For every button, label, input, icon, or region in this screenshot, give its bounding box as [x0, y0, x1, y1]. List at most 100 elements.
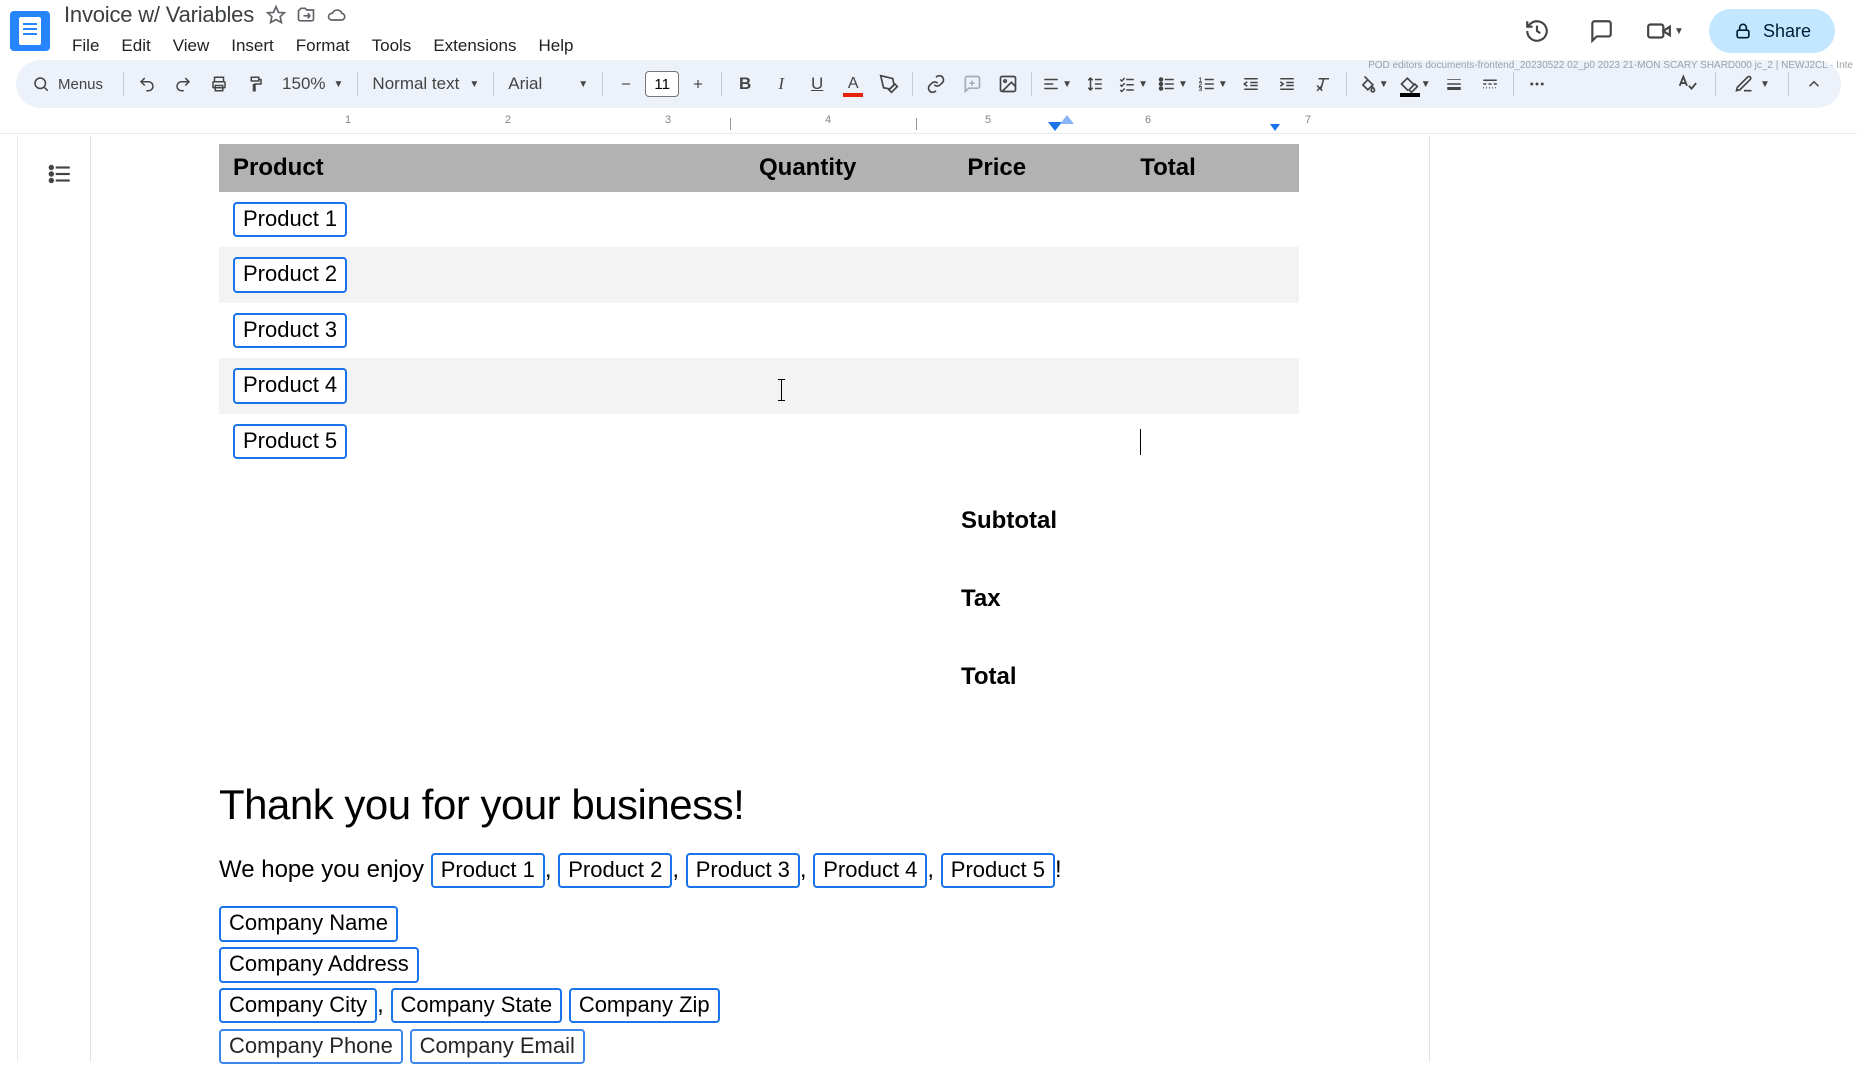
menu-tools[interactable]: Tools: [362, 32, 422, 60]
ruler-mark: 7: [1305, 114, 1311, 126]
indent-marker-first-line[interactable]: [1060, 115, 1072, 123]
chevron-down-icon: ▼: [1421, 79, 1431, 90]
menu-help[interactable]: Help: [528, 32, 583, 60]
redo-button[interactable]: [166, 67, 200, 101]
table-row[interactable]: Product 4: [219, 358, 1299, 413]
document-page[interactable]: Product Quantity Price Total Product 1Pr…: [90, 136, 1430, 1062]
invoice-table[interactable]: Product Quantity Price Total Product 1Pr…: [219, 144, 1299, 469]
more-button[interactable]: [1520, 67, 1554, 101]
decrease-font-size-button[interactable]: [609, 67, 643, 101]
chevron-down-icon: ▼: [578, 79, 588, 90]
ruler-mark: 1: [345, 114, 351, 126]
chip-product[interactable]: Product 4: [813, 853, 927, 888]
line-spacing-button[interactable]: [1078, 67, 1112, 101]
column-guide[interactable]: [916, 118, 917, 130]
show-outline-button[interactable]: [38, 152, 82, 196]
chip-product[interactable]: Product 2: [558, 853, 672, 888]
paint-format-button[interactable]: [238, 67, 272, 101]
chip-company-address[interactable]: Company Address: [219, 947, 419, 982]
chip-company-email[interactable]: Company Email: [410, 1029, 585, 1064]
undo-button[interactable]: [130, 67, 164, 101]
underline-button[interactable]: U: [800, 67, 834, 101]
menu-view[interactable]: View: [163, 32, 220, 60]
font-size-input[interactable]: [645, 71, 679, 97]
chip-product[interactable]: Product 1: [233, 202, 347, 237]
align-button[interactable]: ▼: [1038, 67, 1076, 101]
menu-insert[interactable]: Insert: [221, 32, 284, 60]
meet-icon[interactable]: ▼: [1645, 11, 1685, 51]
border-dash-button[interactable]: [1473, 67, 1507, 101]
chip-product[interactable]: Product 3: [686, 853, 800, 888]
menu-extensions[interactable]: Extensions: [423, 32, 526, 60]
comments-icon[interactable]: [1581, 11, 1621, 51]
chip-company-phone[interactable]: Company Phone: [219, 1029, 403, 1064]
table-row[interactable]: Product 1: [219, 192, 1299, 247]
col-product: Product: [219, 144, 759, 192]
zoom-select[interactable]: 150% ▼: [274, 67, 351, 101]
increase-font-size-button[interactable]: [681, 67, 715, 101]
insert-image-button[interactable]: [991, 67, 1025, 101]
history-icon[interactable]: [1517, 11, 1557, 51]
menu-edit[interactable]: Edit: [111, 32, 160, 60]
insert-link-button[interactable]: [919, 67, 953, 101]
menu-format[interactable]: Format: [286, 32, 360, 60]
indent-marker-left[interactable]: [1048, 122, 1060, 130]
menus-search-button[interactable]: Menus: [22, 66, 117, 102]
menu-file[interactable]: File: [62, 32, 109, 60]
ruler-mark: 3: [665, 114, 671, 126]
move-icon[interactable]: [296, 5, 316, 25]
chip-company-name[interactable]: Company Name: [219, 906, 398, 941]
document-title[interactable]: Invoice w/ Variables: [62, 2, 256, 28]
bold-button[interactable]: B: [728, 67, 762, 101]
chip-product[interactable]: Product 3: [233, 313, 347, 348]
docs-logo[interactable]: [10, 11, 50, 51]
chevron-down-icon: ▼: [1062, 79, 1072, 90]
share-label: Share: [1763, 21, 1811, 42]
horizontal-ruler[interactable]: 1 2 3 4 5 6 7: [0, 112, 1857, 134]
checklist-button[interactable]: ▼: [1114, 67, 1152, 101]
chip-product[interactable]: Product 5: [233, 424, 347, 459]
zoom-value: 150%: [282, 74, 325, 94]
bulleted-list-button[interactable]: ▼: [1154, 67, 1192, 101]
ruler-mark: 4: [825, 114, 831, 126]
chevron-down-icon: ▼: [1218, 79, 1228, 90]
font-select[interactable]: Arial ▼: [500, 67, 596, 101]
col-quantity: Quantity: [759, 144, 953, 192]
editing-mode-button[interactable]: ▼: [1724, 67, 1780, 101]
clear-formatting-button[interactable]: [1306, 67, 1340, 101]
chip-product[interactable]: Product 4: [233, 368, 347, 403]
print-button[interactable]: [202, 67, 236, 101]
text-color-button[interactable]: A: [836, 67, 870, 101]
vertical-ruler[interactable]: [0, 136, 18, 1062]
table-row[interactable]: Product 2: [219, 247, 1299, 302]
chip-company-state[interactable]: Company State: [391, 988, 563, 1023]
decrease-indent-button[interactable]: [1234, 67, 1268, 101]
spellcheck-button[interactable]: [1667, 67, 1707, 101]
share-button[interactable]: Share: [1709, 9, 1835, 53]
collapse-toolbar-button[interactable]: [1797, 67, 1831, 101]
numbered-list-button[interactable]: 123▼: [1194, 67, 1232, 101]
add-comment-button[interactable]: [955, 67, 989, 101]
fill-color-button[interactable]: ▼: [1353, 67, 1393, 101]
increase-indent-button[interactable]: [1270, 67, 1304, 101]
border-color-button[interactable]: ▼: [1395, 67, 1435, 101]
chip-product[interactable]: Product 2: [233, 257, 347, 292]
highlight-color-button[interactable]: [872, 67, 906, 101]
col-total: Total: [1126, 144, 1299, 192]
star-icon[interactable]: [266, 5, 286, 25]
chip-product[interactable]: Product 1: [431, 853, 545, 888]
text-caret: [1140, 429, 1141, 455]
chip-company-zip[interactable]: Company Zip: [569, 988, 720, 1023]
paragraph-style-select[interactable]: Normal text ▼: [364, 67, 487, 101]
cloud-icon[interactable]: [326, 5, 346, 25]
italic-button[interactable]: I: [764, 67, 798, 101]
totals-block: Subtotal Tax Total: [961, 507, 1299, 691]
table-row[interactable]: Product 5: [219, 414, 1299, 469]
right-indent-marker[interactable]: [1270, 124, 1280, 131]
table-row[interactable]: Product 3: [219, 303, 1299, 358]
chip-product[interactable]: Product 5: [941, 853, 1055, 888]
border-width-button[interactable]: [1437, 67, 1471, 101]
chip-company-city[interactable]: Company City: [219, 988, 377, 1023]
tax-label: Tax: [961, 585, 1299, 613]
column-guide[interactable]: [730, 118, 731, 130]
